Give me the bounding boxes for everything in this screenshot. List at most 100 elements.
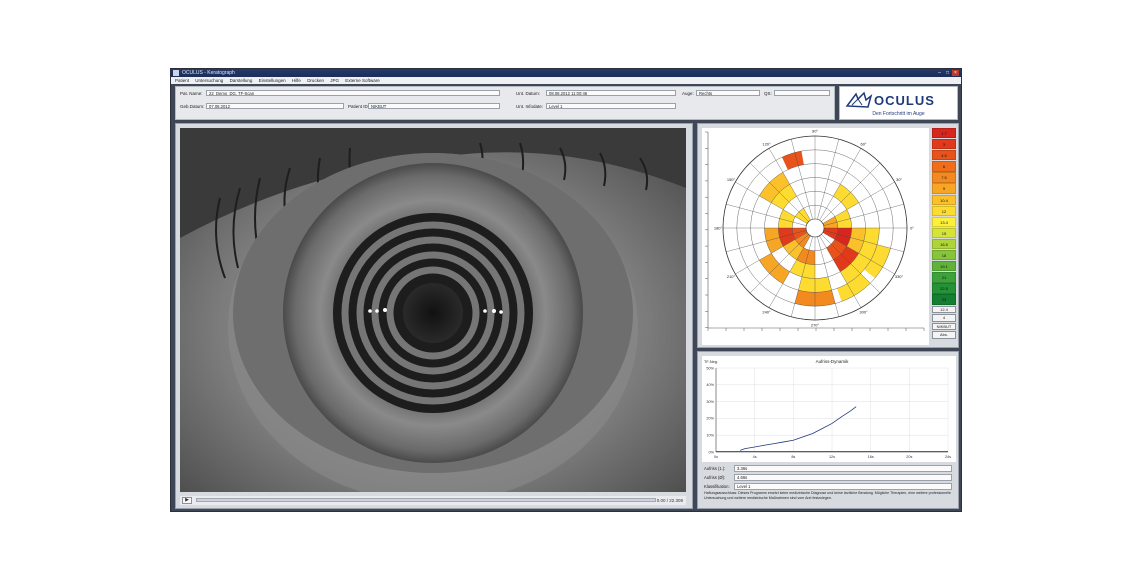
polar-angle-label: 0° [910, 226, 914, 231]
breakup-graph-panel: Aufriss-Dynamik TF-Neg. 0% 10% 20% 30% 40% 50% 0… [697, 351, 959, 509]
y-tick-label: 10% [706, 434, 714, 438]
menu-item-view[interactable]: Darstellung [230, 78, 253, 83]
x-tick-label: 16s [868, 455, 874, 459]
breakup-map-panel: 0° 30° 60° 90° 120° 150° 180° 210° 240° 270° 300° 3… [697, 123, 959, 348]
brand-name: OCULUS [874, 93, 935, 108]
scale-cell: 23 [932, 294, 956, 305]
title-bar: OCULUS - Keratograph – □ × [171, 69, 961, 77]
scale-cell: 16.5 [932, 238, 956, 250]
patient-name-field[interactable]: 22_Demo_DG, TF-Scan [206, 90, 500, 96]
eye-label: Auge: [682, 91, 694, 96]
close-button[interactable]: × [952, 70, 959, 76]
first-breakup-value: 3.36s [734, 465, 952, 472]
chart-corner-label: TF-Neg. [704, 360, 718, 364]
scale-cell: 15 [932, 227, 956, 239]
exam-date-label: Unt. Datum: [516, 91, 541, 96]
quality-label: QS: [764, 91, 772, 96]
polar-center [805, 218, 825, 238]
polar-angle-label: 270° [811, 323, 820, 328]
menu-item-jpg[interactable]: JPG [330, 78, 339, 83]
exam-date-field[interactable]: 08.08.2012 11:00:46 [546, 90, 676, 96]
polar-breakup-map: 0° 30° 60° 90° 120° 150° 180° 210° 240° 270° 300° 3… [702, 128, 929, 345]
eye-field[interactable]: Rechts [696, 90, 760, 96]
video-seek-slider[interactable] [196, 498, 656, 502]
oculus-logo-panel: OCULUS Den Fortschritt im Auge [839, 86, 958, 120]
scale-button[interactable]: 12.4 [932, 305, 956, 314]
patient-info-panel: Pat. Name: 22_Demo_DG, TF-Scan Geb.Datum… [175, 86, 835, 120]
maximize-button[interactable]: □ [944, 70, 951, 76]
scale-cell: 19.1 [932, 261, 956, 272]
average-breakup-label: Aufriss (Ø): [704, 475, 726, 480]
scale-cell: 1.7 [932, 128, 956, 139]
polar-angle-label: 330° [895, 274, 904, 279]
eye-video-panel: ▶ 0.00 / 22.309 [175, 123, 693, 509]
disclaimer-text: Haftungsausschluss: Dieses Programm erse… [704, 491, 951, 500]
scale-cell: 12 [932, 205, 956, 216]
breakup-curve [740, 406, 857, 451]
polar-angle-label: 90° [812, 129, 818, 134]
y-tick-label: 0% [709, 450, 715, 454]
scale-cell: 3 [932, 139, 956, 150]
y-tick-label: 20% [706, 417, 714, 421]
menu-item-external[interactable]: Externe Software [345, 78, 380, 83]
scale-cell: 4.5 [932, 150, 956, 161]
minimize-button[interactable]: – [936, 70, 943, 76]
scale-button[interactable]: 4 [932, 314, 956, 322]
polar-angle-label: 300° [859, 310, 868, 315]
menu-item-help[interactable]: Hilfe [292, 78, 301, 83]
polar-angle-label: 210° [727, 274, 736, 279]
scale-button[interactable]: NIKBUT [932, 322, 956, 331]
x-tick-label: 24s [945, 455, 951, 459]
brand-tagline: Den Fortschritt im Auge [872, 111, 925, 117]
chart-title: Aufriss-Dynamik [816, 359, 850, 364]
x-tick-label: 4s [753, 455, 757, 459]
menu-item-patient[interactable]: Patient [175, 78, 189, 83]
scale-cell: 9 [932, 183, 956, 194]
keratograph-window: OCULUS - Keratograph – □ × Patient Unter… [170, 68, 962, 512]
app-icon [173, 70, 179, 76]
birth-date-field[interactable]: 07.08.2012 [206, 103, 344, 109]
video-timecode: 0.00 / 22.309 [656, 498, 683, 503]
breakup-dynamics-chart: Aufriss-Dynamik TF-Neg. 0% 10% 20% 30% 40% 50% 0… [702, 356, 956, 462]
patient-id-label: Patient ID: [348, 104, 370, 109]
polar-angle-label: 60° [860, 141, 866, 146]
classification-label: Klassifikation: [704, 484, 730, 489]
patient-id-field[interactable]: NIKBUT [368, 103, 500, 109]
scale-cell: 22.5 [932, 283, 956, 294]
birth-date-label: Geb.Datum: [180, 104, 205, 109]
breakup-color-scale: 1.7 3 4.5 6 7.5 9 10.4 12 13.4 15 16.5 18 19.1 21 22.5… [932, 128, 958, 339]
scale-button[interactable]: Abs. [932, 331, 956, 339]
menu-bar: Patient Untersuchung Darstellung Einstel… [171, 77, 961, 84]
quality-field[interactable] [774, 90, 830, 96]
x-tick-label: 12s [829, 455, 835, 459]
x-tick-label: 20s [906, 455, 912, 459]
exam-info-label: Unt. Infodate: [516, 104, 544, 109]
classification-value: Level 1 [734, 483, 952, 490]
play-button[interactable]: ▶ [182, 497, 192, 504]
menu-item-print[interactable]: Drucken [307, 78, 324, 83]
scale-cell: 6 [932, 161, 956, 172]
oculus-logo-icon [845, 91, 873, 108]
x-tick-label: 0s [714, 455, 718, 459]
y-tick-label: 30% [706, 400, 714, 404]
menu-item-exam[interactable]: Untersuchung [195, 78, 223, 83]
menu-item-settings[interactable]: Einstellungen [259, 78, 286, 83]
polar-angle-label: 240° [762, 310, 771, 315]
scale-cell: 10.4 [932, 194, 956, 205]
scale-cell: 21 [932, 272, 956, 283]
scale-cell: 13.4 [932, 216, 956, 228]
scale-cell: 18 [932, 250, 956, 261]
video-controls: ▶ 0.00 / 22.309 [180, 496, 686, 505]
patient-name-label: Pat. Name: [180, 91, 203, 96]
eye-image [180, 128, 686, 492]
scale-cell: 7.5 [932, 172, 956, 183]
polar-angle-label: 180° [714, 226, 723, 231]
polar-angle-label: 120° [762, 141, 771, 146]
y-tick-label: 50% [706, 366, 714, 370]
polar-angle-label: 30° [896, 177, 902, 182]
first-breakup-label: Aufriss (1.): [704, 466, 726, 471]
polar-angle-label: 150° [727, 177, 736, 182]
y-tick-label: 40% [706, 383, 714, 387]
x-tick-label: 8s [791, 455, 795, 459]
exam-info-field[interactable]: Level 1 [546, 103, 676, 109]
